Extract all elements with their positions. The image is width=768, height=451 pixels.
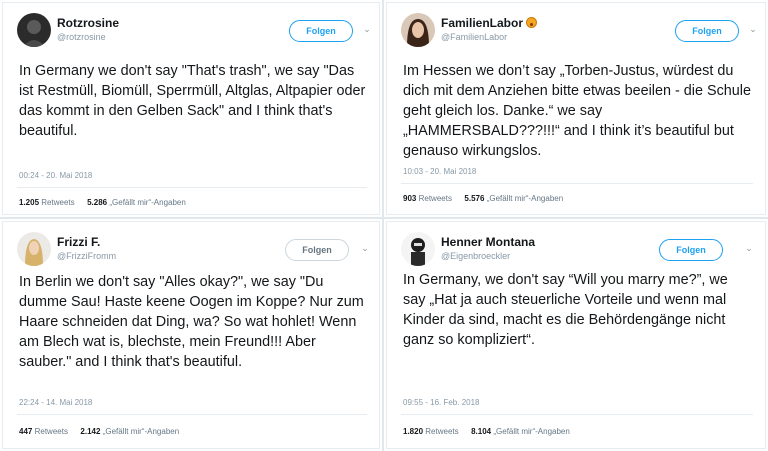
chevron-down-icon[interactable]: ⌄ <box>359 242 371 254</box>
likes-label: „Gefällt mir“-Angaben <box>493 427 570 436</box>
like-count[interactable]: 2.142 <box>80 427 100 436</box>
tweet-text: In Berlin we don't say "Alles okay?", we… <box>19 274 364 370</box>
user-handle[interactable]: @FamilienLabor <box>441 32 507 42</box>
tweet-stats: 1.820 Retweets 8.104 „Gefällt mir“-Angab… <box>403 427 570 436</box>
tweet-card: Rotzrosine @rotzrosine Folgen ⌄ In Germa… <box>2 2 380 215</box>
avatar[interactable] <box>401 13 435 47</box>
retweet-count[interactable]: 1.205 <box>19 198 39 207</box>
follow-button[interactable]: Folgen <box>289 20 353 42</box>
tweet-timestamp[interactable]: 10:03 - 20. Mai 2018 <box>403 167 476 176</box>
likes-label: „Gefällt mir“-Angaben <box>109 198 186 207</box>
tweet-text: In Germany, we don't say “Will you marry… <box>403 272 728 348</box>
tweet-text: In Germany we don't say "That's trash", … <box>19 63 366 139</box>
tweet-timestamp[interactable]: 09:55 - 16. Feb. 2018 <box>403 398 480 407</box>
divider <box>17 414 367 415</box>
tweet-timestamp[interactable]: 00:24 - 20. Mai 2018 <box>19 171 92 180</box>
divider <box>401 183 753 184</box>
tweet-stats: 903 Retweets 5.576 „Gefällt mir“-Angaben <box>403 194 563 203</box>
retweet-count[interactable]: 447 <box>19 427 32 436</box>
tweet-text: Im Hessen we don’t say „Torben-Justus, w… <box>403 63 751 159</box>
tweet-grid: Rotzrosine @rotzrosine Folgen ⌄ In Germa… <box>0 0 768 451</box>
tweet-card: Frizzi F. @FrizziFromm Folgen ⌄ In Berli… <box>2 221 380 449</box>
tweet-timestamp[interactable]: 22:24 - 14. Mai 2018 <box>19 398 92 407</box>
user-name[interactable]: Rotzrosine <box>57 16 119 30</box>
retweets-label: Retweets <box>418 194 452 203</box>
chevron-down-icon[interactable]: ⌄ <box>743 242 755 254</box>
retweets-label: Retweets <box>425 427 459 436</box>
retweet-count[interactable]: 903 <box>403 194 416 203</box>
vertical-separator <box>382 0 384 451</box>
follow-button[interactable]: Folgen <box>659 239 723 261</box>
divider <box>17 187 367 188</box>
avatar[interactable] <box>17 13 51 47</box>
tweet-card: Henner Montana @Eigenbroeckler Folgen ⌄ … <box>386 221 766 449</box>
avatar[interactable] <box>17 232 51 266</box>
user-handle[interactable]: @FrizziFromm <box>57 251 116 261</box>
tweet-stats: 1.205 Retweets 5.286 „Gefällt mir“-Angab… <box>19 198 186 207</box>
follow-button[interactable]: Folgen <box>285 239 349 261</box>
like-count[interactable]: 8.104 <box>471 427 491 436</box>
user-name[interactable]: Frizzi F. <box>57 235 100 249</box>
user-name[interactable]: FamilienLabor <box>441 16 538 30</box>
like-count[interactable]: 5.286 <box>87 198 107 207</box>
chevron-down-icon[interactable]: ⌄ <box>361 23 373 35</box>
user-handle[interactable]: @rotzrosine <box>57 32 106 42</box>
user-name[interactable]: Henner Montana <box>441 235 535 249</box>
chevron-down-icon[interactable]: ⌄ <box>747 23 759 35</box>
user-name-text: FamilienLabor <box>441 16 524 30</box>
retweet-count[interactable]: 1.820 <box>403 427 423 436</box>
avatar[interactable] <box>401 232 435 266</box>
likes-label: „Gefällt mir“-Angaben <box>486 194 564 203</box>
follow-button[interactable]: Folgen <box>675 20 739 42</box>
divider <box>401 414 753 415</box>
retweets-label: Retweets <box>41 198 75 207</box>
horizontal-separator <box>0 217 768 219</box>
tweet-card: FamilienLabor @FamilienLabor Folgen ⌄ Im… <box>386 2 766 215</box>
emoji-icon <box>526 17 538 28</box>
user-handle[interactable]: @Eigenbroeckler <box>441 251 510 261</box>
tweet-stats: 447 Retweets 2.142 „Gefällt mir“-Angaben <box>19 427 179 436</box>
likes-label: „Gefällt mir“-Angaben <box>102 427 180 436</box>
retweets-label: Retweets <box>34 427 68 436</box>
like-count[interactable]: 5.576 <box>464 194 484 203</box>
